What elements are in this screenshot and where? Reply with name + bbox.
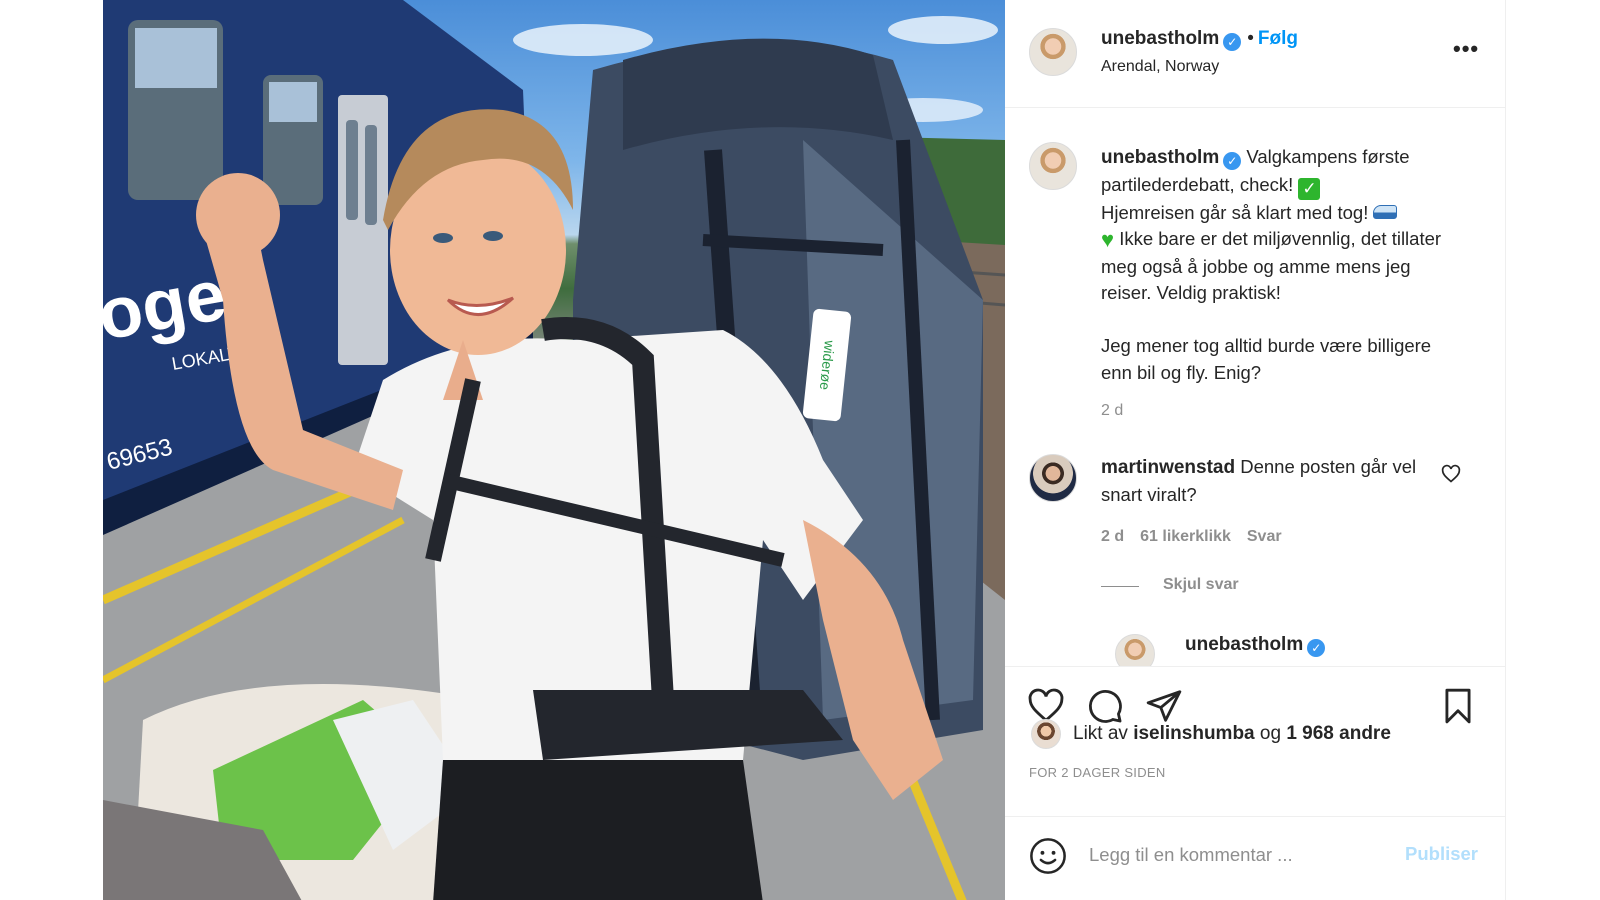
green-heart-emoji-icon: ♥ [1101, 227, 1115, 252]
reply-username[interactable]: unebastholm [1185, 634, 1303, 655]
comment-timestamp[interactable]: 2 d [1101, 528, 1124, 545]
liked-by: Likt av iselinshumba og 1 968 andre [1073, 723, 1391, 745]
liked-by-prefix: Likt av [1073, 723, 1128, 744]
hide-replies-divider [1101, 586, 1139, 587]
hide-replies-button[interactable]: Skjul svar [1163, 576, 1239, 594]
caption-avatar[interactable] [1029, 142, 1077, 190]
check-emoji-icon: ✓ [1298, 177, 1321, 200]
separator-dot: • [1247, 28, 1254, 49]
comment-input[interactable] [1089, 835, 1389, 875]
bookmark-icon[interactable] [1439, 687, 1477, 725]
author-row: unebastholm ✓ • Følg [1101, 28, 1298, 51]
share-icon[interactable] [1145, 687, 1183, 725]
reply-author-row: unebastholm ✓ [1185, 634, 1326, 657]
author-avatar[interactable] [1029, 28, 1077, 76]
comment-reply-button[interactable]: Svar [1247, 528, 1282, 545]
post-actions: Likt av iselinshumba og 1 968 andre FOR … [1005, 666, 1506, 816]
verified-badge-icon: ✓ [1223, 152, 1242, 170]
verified-badge-icon: ✓ [1223, 33, 1242, 51]
follow-button[interactable]: Følg [1258, 28, 1298, 49]
commenter-avatar[interactable] [1029, 454, 1077, 502]
reply-avatar[interactable] [1115, 634, 1155, 666]
commenter-username[interactable]: martinwenstad [1101, 457, 1235, 478]
comment-body: martinwenstad Denne posten går vel snart… [1101, 454, 1431, 508]
liked-by-joiner: og [1259, 723, 1282, 744]
caption-line-3: Ikke bare er det miljøvennlig, det tilla… [1101, 228, 1447, 303]
liker-avatar[interactable] [1031, 719, 1061, 749]
liked-by-count[interactable]: 1 968 andre [1286, 723, 1391, 744]
caption-username[interactable]: unebastholm [1101, 147, 1219, 168]
comment-icon[interactable] [1086, 687, 1124, 725]
comment-likes[interactable]: 61 likerklikk [1140, 528, 1231, 545]
emoji-smile-icon[interactable] [1029, 837, 1067, 875]
photo-illustration: oget LOKALT 69653 widerøe [103, 0, 1005, 900]
add-comment-bar: Publiser [1005, 816, 1506, 900]
train-emoji-icon [1373, 204, 1398, 219]
post-location[interactable]: Arendal, Norway [1101, 58, 1219, 76]
caption-timestamp[interactable]: 2 d [1101, 402, 1123, 420]
publish-button[interactable]: Publiser [1405, 843, 1478, 865]
post-caption: unebastholm ✓ Valgkampens første partiled… [1101, 144, 1451, 386]
comments-list[interactable]: unebastholm ✓ Valgkampens første partiled… [1005, 108, 1506, 666]
caption-line-2: Hjemreisen går så klart med tog! [1101, 201, 1369, 223]
comment-meta: 2 d 61 likerklikk Svar [1101, 528, 1298, 546]
author-username[interactable]: unebastholm [1101, 28, 1219, 49]
more-options-icon[interactable]: ••• [1453, 36, 1479, 62]
comment-like-heart-icon[interactable] [1441, 464, 1461, 484]
caption-line-4: Jeg mener tog alltid burde være billiger… [1101, 335, 1437, 383]
liked-by-user[interactable]: iselinshumba [1133, 723, 1254, 744]
post-header: unebastholm ✓ • Følg Arendal, Norway ••• [1005, 0, 1506, 108]
post-photo[interactable]: oget LOKALT 69653 widerøe [103, 0, 1005, 900]
post-details-panel: unebastholm ✓ • Følg Arendal, Norway ••• un… [1005, 0, 1506, 900]
verified-badge-icon: ✓ [1307, 639, 1326, 657]
posted-time[interactable]: FOR 2 DAGER SIDEN [1029, 765, 1166, 780]
